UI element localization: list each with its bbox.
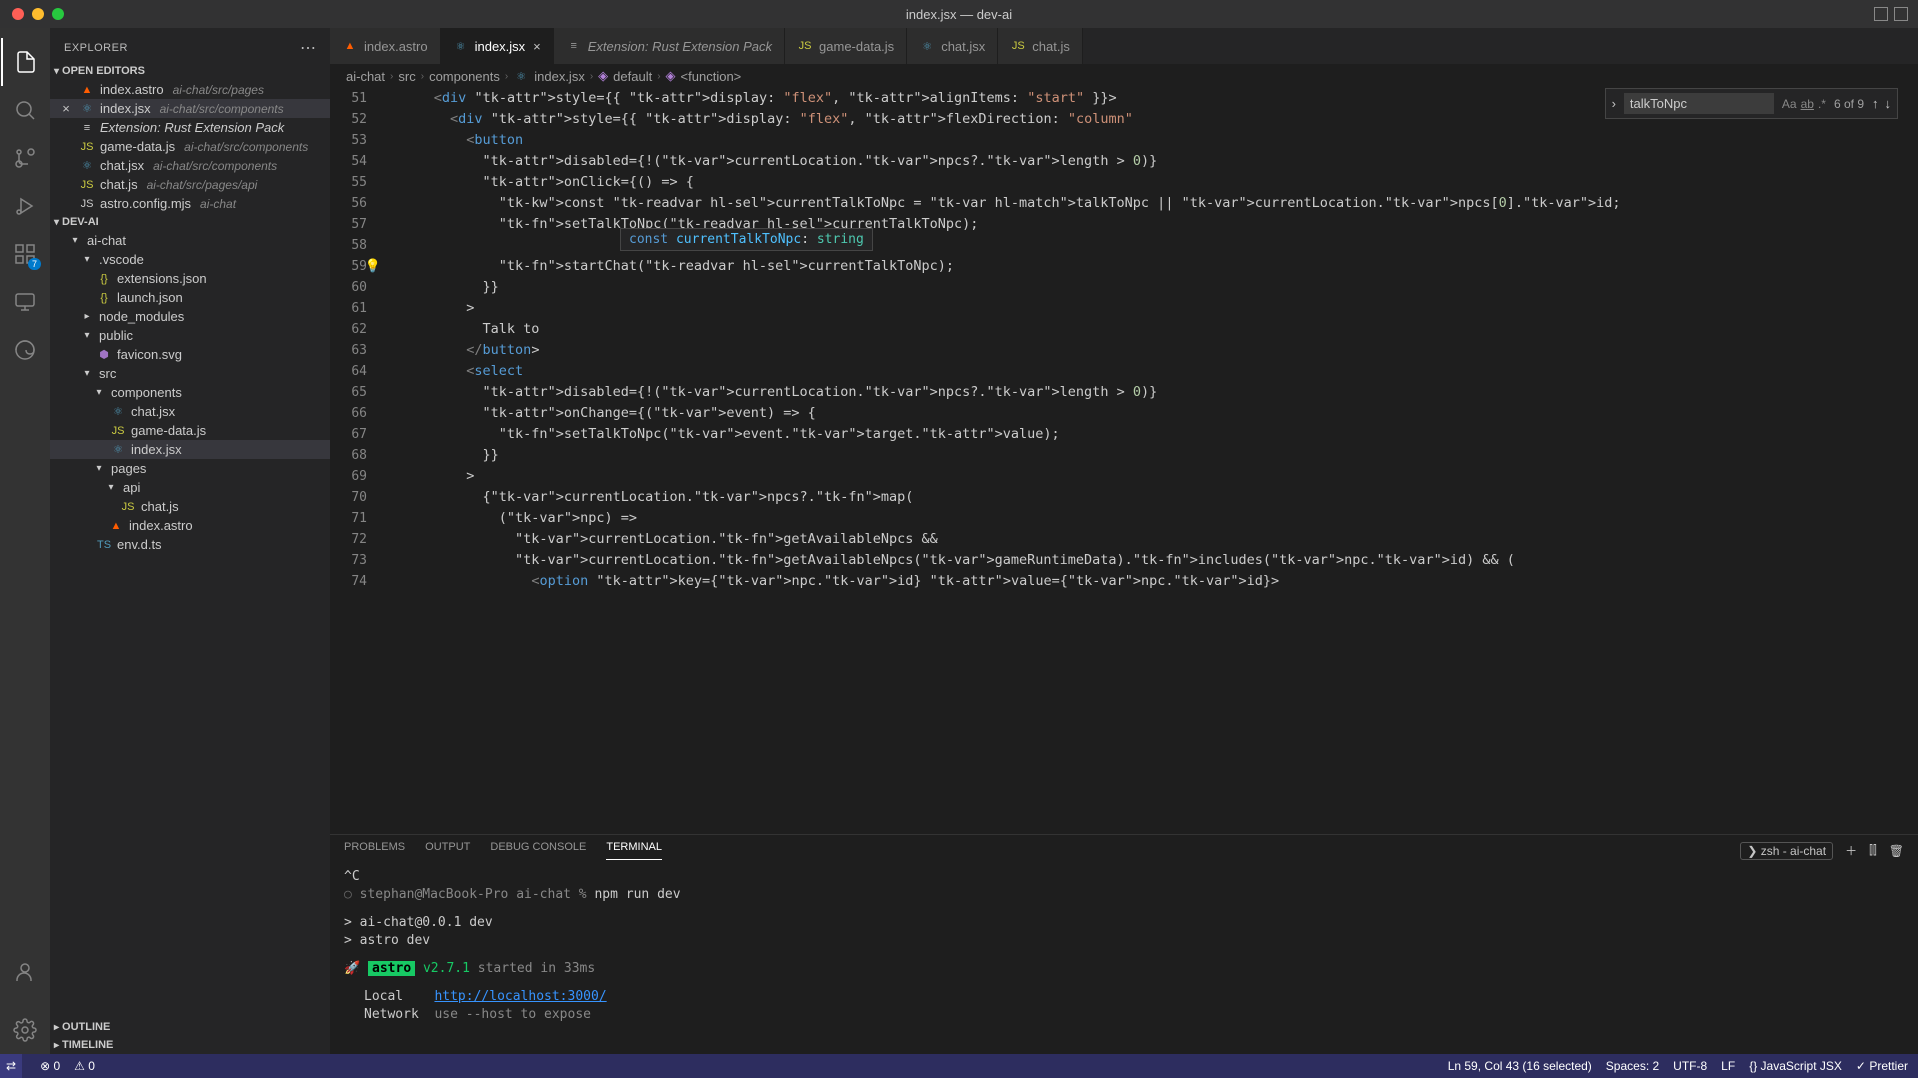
search-count: 6 of 9 (1834, 97, 1864, 111)
window-title: index.jsx — dev-ai (906, 7, 1012, 22)
sidebar: EXPLORER ⋯ ▾OPEN EDITORS ▲index.astroai-… (50, 28, 330, 1054)
open-editor-item[interactable]: ⚛chat.jsxai-chat/src/components (50, 156, 330, 175)
terminal-content[interactable]: ^C ○ stephan@MacBook-Pro ai-chat % npm r… (330, 860, 1918, 1054)
extensions-icon[interactable]: 7 (1, 230, 49, 278)
status-warnings[interactable]: ⚠ 0 (74, 1059, 95, 1073)
explorer-icon[interactable] (1, 38, 49, 86)
open-editor-item[interactable]: ×⚛index.jsxai-chat/src/components (50, 99, 330, 118)
folder-pages[interactable]: ▾pages (50, 459, 330, 478)
editor-tab[interactable]: ⚛index.jsx× (441, 28, 554, 64)
file-tree: ▾ai-chat ▾.vscode {}extensions.json {}la… (50, 231, 330, 1018)
folder-src[interactable]: ▾src (50, 364, 330, 383)
status-prettier[interactable]: ✓ Prettier (1856, 1059, 1908, 1073)
editor-tab[interactable]: ≡Extension: Rust Extension Pack (554, 28, 785, 64)
editor-tab[interactable]: ▲index.astro (330, 28, 441, 64)
line-gutter: 515253545556575859💡606162636465666768697… (330, 88, 385, 834)
account-icon[interactable] (1, 948, 49, 996)
new-terminal-icon[interactable]: ＋ (1845, 842, 1857, 859)
status-eol[interactable]: LF (1721, 1059, 1735, 1073)
status-bar: ⇄ ⊗ 0 ⚠ 0 Ln 59, Col 43 (16 selected) Sp… (0, 1054, 1918, 1078)
status-spaces[interactable]: Spaces: 2 (1606, 1059, 1659, 1073)
editor-tab[interactable]: ⚛chat.jsx (907, 28, 998, 64)
remote-indicator[interactable]: ⇄ (0, 1054, 22, 1078)
file-favicon[interactable]: ⬢favicon.svg (50, 345, 330, 364)
sidebar-title: EXPLORER (64, 42, 128, 54)
split-terminal-icon[interactable]: ⫿⫿ (1869, 843, 1877, 858)
search-expand-icon[interactable]: › (1612, 96, 1616, 111)
editor-tab[interactable]: JSchat.js (998, 28, 1083, 64)
extensions-badge: 7 (28, 258, 41, 270)
open-editor-item[interactable]: JSchat.jsai-chat/src/pages/api (50, 175, 330, 194)
search-options[interactable]: Aaab.* (1782, 97, 1826, 111)
layout-controls[interactable] (1874, 7, 1908, 21)
search-icon[interactable] (1, 86, 49, 134)
open-editor-item[interactable]: JSgame-data.jsai-chat/src/components (50, 137, 330, 156)
code-content[interactable]: <div "tk-attr">style={{ "tk-attr">displa… (385, 88, 1918, 834)
settings-icon[interactable] (1, 1006, 49, 1054)
timeline-header[interactable]: ▸TIMELINE (50, 1036, 330, 1054)
tab-output[interactable]: OUTPUT (425, 841, 470, 860)
bottom-panel: PROBLEMS OUTPUT DEBUG CONSOLE TERMINAL ❯… (330, 834, 1918, 1054)
project-header[interactable]: ▾DEV-AI (50, 213, 330, 231)
open-editor-item[interactable]: ≡Extension: Rust Extension Pack (50, 118, 330, 137)
search-prev-icon[interactable]: ↑ (1872, 96, 1879, 111)
file-extensions-json[interactable]: {}extensions.json (50, 269, 330, 288)
file-index-astro[interactable]: ▲index.astro (50, 516, 330, 535)
file-index-jsx[interactable]: ⚛index.jsx (50, 440, 330, 459)
debug-icon[interactable] (1, 182, 49, 230)
open-editors-header[interactable]: ▾OPEN EDITORS (50, 62, 330, 80)
traffic-lights (0, 8, 64, 20)
folder-public[interactable]: ▾public (50, 326, 330, 345)
status-lang[interactable]: {} JavaScript JSX (1749, 1059, 1842, 1073)
terminal-shell-label[interactable]: ❯ zsh - ai-chat (1740, 842, 1833, 860)
close-window-button[interactable] (12, 8, 24, 20)
tab-problems[interactable]: PROBLEMS (344, 841, 405, 860)
hover-tooltip: const currentTalkToNpc: string (620, 228, 873, 251)
open-editor-item[interactable]: ▲index.astroai-chat/src/pages (50, 80, 330, 99)
status-errors[interactable]: ⊗ 0 (40, 1059, 60, 1073)
edge-icon[interactable] (1, 326, 49, 374)
source-control-icon[interactable] (1, 134, 49, 182)
editor-body[interactable]: › Aaab.* 6 of 9 ↑ ↓ 515253545556575859💡60… (330, 88, 1918, 834)
trash-icon[interactable]: 🗑 (1889, 844, 1904, 858)
local-url-link[interactable]: http://localhost:3000/ (434, 989, 606, 1004)
activity-bar: 7 (0, 28, 50, 1054)
folder-ai-chat[interactable]: ▾ai-chat (50, 231, 330, 250)
tab-close-icon[interactable]: × (533, 39, 541, 54)
file-launch-json[interactable]: {}launch.json (50, 288, 330, 307)
titlebar: index.jsx — dev-ai (0, 0, 1918, 28)
symbol-icon: ◈ (598, 68, 608, 84)
breadcrumb-file-icon: ⚛ (513, 70, 529, 83)
folder-components[interactable]: ▾components (50, 383, 330, 402)
search-input[interactable] (1624, 93, 1774, 114)
file-game-data-js[interactable]: JSgame-data.js (50, 421, 330, 440)
editor-tab[interactable]: JSgame-data.js (785, 28, 907, 64)
maximize-window-button[interactable] (52, 8, 64, 20)
outline-header[interactable]: ▸OUTLINE (50, 1018, 330, 1036)
remote-icon[interactable] (1, 278, 49, 326)
folder-api[interactable]: ▾api (50, 478, 330, 497)
status-cursor[interactable]: Ln 59, Col 43 (16 selected) (1448, 1059, 1592, 1073)
open-editor-item[interactable]: JSastro.config.mjsai-chat (50, 194, 330, 213)
symbol-icon: ◈ (666, 68, 676, 84)
folder-node-modules[interactable]: ▸node_modules (50, 307, 330, 326)
editor-tabs: ▲index.astro⚛index.jsx×≡Extension: Rust … (330, 28, 1918, 64)
file-env-dts[interactable]: TSenv.d.ts (50, 535, 330, 554)
folder-vscode[interactable]: ▾.vscode (50, 250, 330, 269)
breadcrumb[interactable]: ai-chat› src› components› ⚛index.jsx› ◈d… (330, 64, 1918, 88)
tab-terminal[interactable]: TERMINAL (606, 841, 662, 860)
minimize-window-button[interactable] (32, 8, 44, 20)
file-chat-js[interactable]: JSchat.js (50, 497, 330, 516)
file-chat-jsx[interactable]: ⚛chat.jsx (50, 402, 330, 421)
sidebar-more-icon[interactable]: ⋯ (300, 38, 316, 58)
tab-debug-console[interactable]: DEBUG CONSOLE (490, 841, 586, 860)
search-widget: › Aaab.* 6 of 9 ↑ ↓ (1605, 88, 1898, 119)
status-encoding[interactable]: UTF-8 (1673, 1059, 1707, 1073)
search-next-icon[interactable]: ↓ (1885, 96, 1892, 111)
